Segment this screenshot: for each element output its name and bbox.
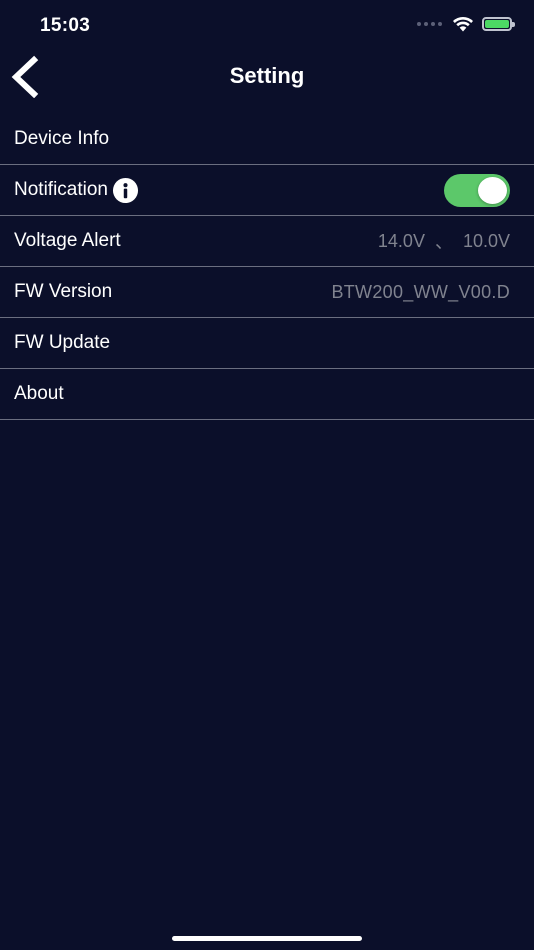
home-indicator[interactable]	[172, 936, 362, 941]
settings-row-voltage-alert[interactable]: Voltage Alert 14.0V 、 10.0V	[0, 216, 534, 267]
settings-row-device-info[interactable]: Device Info	[0, 114, 534, 165]
settings-row-label: Voltage Alert	[14, 230, 121, 251]
settings-row-fw-update[interactable]: FW Update	[0, 318, 534, 369]
settings-row-notification: Notification	[0, 165, 534, 216]
voltage-high: 14.0V	[377, 230, 425, 251]
battery-icon	[482, 17, 515, 31]
settings-row-label: Notification	[14, 179, 108, 200]
signal-dots-icon	[417, 22, 442, 26]
voltage-alert-value: 14.0V 、 10.0V	[378, 228, 510, 254]
status-icons	[417, 16, 515, 32]
toggle-knob	[478, 176, 507, 204]
page-title: Setting	[229, 63, 305, 88]
voltage-separator: 、	[434, 232, 453, 252]
settings-row-about[interactable]: About	[0, 369, 534, 420]
notification-toggle[interactable]	[444, 173, 510, 207]
settings-row-label: FW Update	[14, 332, 111, 353]
fw-version-value: BTW200_WW_V00.D	[331, 281, 510, 302]
settings-row-label: About	[14, 383, 64, 404]
status-bar: 15:03	[0, 0, 534, 50]
nav-bar: Setting	[0, 50, 534, 102]
voltage-low: 10.0V	[462, 230, 510, 251]
settings-row-label: Device Info	[14, 128, 110, 149]
info-icon[interactable]	[112, 177, 139, 204]
status-time: 15:03	[40, 15, 91, 36]
settings-row-label: FW Version	[14, 281, 113, 302]
notification-label-group: Notification	[14, 177, 139, 204]
wifi-icon	[453, 17, 473, 32]
settings-list: Device Info Notification Voltage Alert 1…	[0, 114, 534, 420]
settings-row-fw-version: FW Version BTW200_WW_V00.D	[0, 267, 534, 318]
